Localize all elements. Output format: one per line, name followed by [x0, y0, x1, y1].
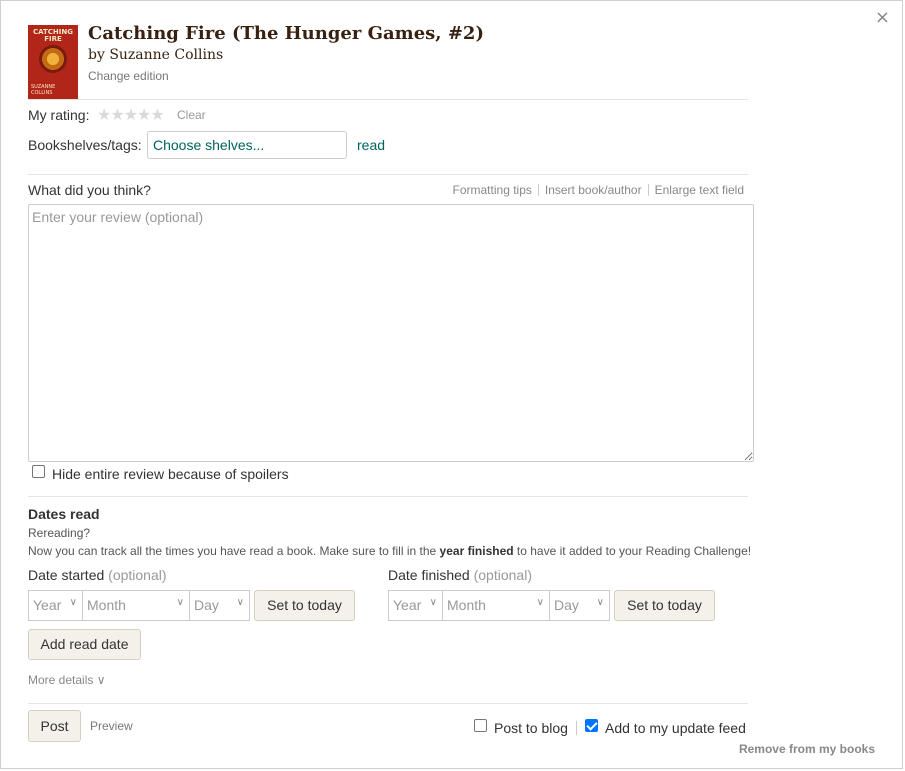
- optional-hint: (optional): [473, 567, 532, 583]
- date-started-text: Date started: [28, 567, 105, 583]
- current-shelf-link[interactable]: read: [357, 137, 385, 153]
- finish-day-select[interactable]: Day ∨: [549, 590, 610, 621]
- review-dialog: × CATCHING FIRE SUZANNE COLLINS Catching…: [0, 0, 903, 769]
- shelves-input[interactable]: [147, 131, 347, 159]
- info-text: Now you can track all the times you have…: [28, 544, 440, 558]
- insert-book-author-link[interactable]: Insert book/author: [545, 183, 642, 197]
- post-button[interactable]: Post: [28, 710, 81, 742]
- info-text: to have it added to your Reading Challen…: [513, 544, 752, 558]
- reading-challenge-info: Now you can track all the times you have…: [28, 544, 751, 558]
- finish-month-select[interactable]: Month ∨: [442, 590, 550, 621]
- date-started-label: Date started (optional): [28, 567, 167, 583]
- select-value: Year: [33, 597, 62, 613]
- add-read-date-button[interactable]: Add read date: [28, 629, 141, 660]
- chevron-down-icon: ∨: [69, 597, 77, 608]
- start-set-today-button[interactable]: Set to today: [254, 590, 355, 621]
- finish-set-today-button[interactable]: Set to today: [614, 590, 715, 621]
- rereading-label: Rereading?: [28, 526, 91, 540]
- cover-title: CATCHING FIRE: [33, 28, 73, 43]
- review-textarea[interactable]: [28, 204, 754, 462]
- remove-from-books-link[interactable]: Remove from my books: [739, 742, 875, 756]
- divider: [28, 174, 748, 175]
- chevron-down-icon: ∨: [429, 597, 437, 608]
- spoiler-checkbox[interactable]: [32, 465, 45, 478]
- close-icon[interactable]: ×: [875, 7, 890, 28]
- star-rating-input[interactable]: ★★★★★: [97, 105, 165, 124]
- select-value: Year: [393, 597, 422, 613]
- bookshelves-label: Bookshelves/tags:: [28, 137, 142, 153]
- post-to-blog-checkbox[interactable]: [474, 719, 487, 732]
- select-value: Month: [87, 597, 126, 613]
- date-finished-text: Date finished: [388, 567, 470, 583]
- chevron-down-icon: ∨: [596, 597, 604, 608]
- change-edition-link[interactable]: Change edition: [88, 69, 169, 83]
- info-bold-text: year finished: [439, 544, 514, 558]
- spoiler-label: Hide entire review because of spoilers: [52, 466, 289, 482]
- post-to-blog-label: Post to blog: [494, 720, 568, 736]
- separator: [537, 184, 539, 196]
- review-label: What did you think?: [28, 182, 151, 198]
- chevron-down-icon: ∨: [236, 597, 244, 608]
- start-year-select[interactable]: Year ∨: [28, 590, 83, 621]
- book-cover: CATCHING FIRE SUZANNE COLLINS: [28, 25, 78, 99]
- divider: [28, 99, 748, 100]
- more-details-link[interactable]: More details ∨: [28, 673, 105, 687]
- book-author[interactable]: by Suzanne Collins: [88, 47, 223, 63]
- select-value: Day: [554, 597, 579, 613]
- finish-year-select[interactable]: Year ∨: [388, 590, 443, 621]
- enlarge-text-field-link[interactable]: Enlarge text field: [655, 183, 744, 197]
- review-toolbar: Formatting tips Insert book/author Enlarge…: [453, 183, 744, 197]
- select-value: Day: [194, 597, 219, 613]
- add-to-feed-label: Add to my update feed: [605, 720, 746, 736]
- book-title[interactable]: Catching Fire (The Hunger Games, #2): [88, 23, 484, 44]
- divider: [28, 496, 748, 497]
- chevron-down-icon: ∨: [536, 597, 544, 608]
- select-value: Month: [447, 597, 486, 613]
- cover-author: SUZANNE COLLINS: [31, 84, 56, 96]
- rating-label: My rating:: [28, 107, 90, 123]
- separator: [647, 184, 649, 196]
- preview-link[interactable]: Preview: [90, 719, 133, 733]
- start-day-select[interactable]: Day ∨: [189, 590, 250, 621]
- divider: [28, 703, 748, 704]
- mockingjay-emblem-icon: [39, 45, 67, 73]
- separator: [576, 721, 577, 735]
- dates-read-heading: Dates read: [28, 506, 100, 522]
- formatting-tips-link[interactable]: Formatting tips: [453, 183, 532, 197]
- optional-hint: (optional): [108, 567, 167, 583]
- clear-rating-link[interactable]: Clear: [177, 108, 206, 122]
- chevron-down-icon: ∨: [176, 597, 184, 608]
- add-to-feed-checkbox[interactable]: [585, 719, 598, 732]
- date-finished-label: Date finished (optional): [388, 567, 532, 583]
- start-month-select[interactable]: Month ∨: [82, 590, 190, 621]
